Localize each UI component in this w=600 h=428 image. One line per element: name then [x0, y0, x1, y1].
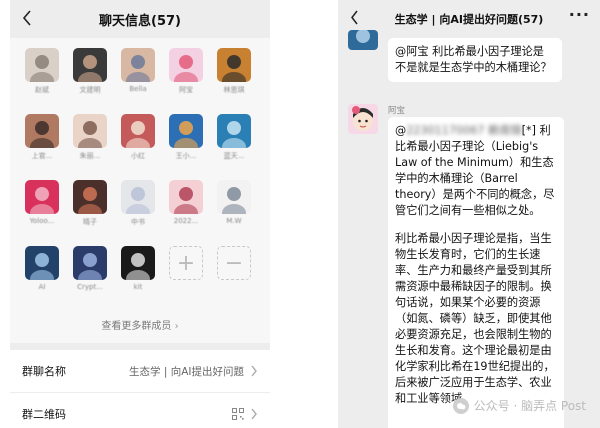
group-qr-label: 群二维码: [22, 408, 66, 421]
question-bubble: @阿宝 利比希最小因子理论是不是就是生态学中的木桶理论？: [388, 38, 562, 82]
question-text: @阿宝 利比希最小因子理论是不是就是生态学中的木桶理论？: [395, 45, 552, 74]
member-item[interactable]: 小红: [118, 114, 158, 161]
member-item[interactable]: Crypt...: [70, 246, 110, 291]
screenshot: 聊天信息(57) 赵斌 文建明 Bella 阿宝 林思琪上官... 朱丽... 小红 王小..…: [0, 0, 600, 428]
avatar: [73, 114, 107, 148]
member-name: 林思琪: [223, 86, 245, 94]
member-item[interactable]: 上官...: [22, 114, 62, 161]
more-members-link[interactable]: 查看更多群成员 ›: [10, 317, 270, 332]
avatar: [25, 246, 59, 280]
mention-prefix: @: [395, 124, 407, 137]
remove-member-button[interactable]: −: [214, 246, 254, 280]
member-item[interactable]: M.W: [214, 180, 254, 225]
member-name: Crypt...: [77, 283, 103, 291]
plus-icon: +: [169, 246, 203, 280]
group-qr-row[interactable]: 群二维码: [10, 393, 270, 428]
member-name: 小红: [131, 152, 145, 160]
member-item[interactable]: 林思琪: [214, 48, 254, 95]
avatar: [121, 48, 155, 82]
avatar: [25, 114, 59, 148]
more-menu-icon[interactable]: ···: [569, 7, 590, 23]
avatar[interactable]: [348, 104, 378, 134]
avatar: [169, 48, 203, 82]
avatar: [217, 180, 251, 214]
answer-paragraph-1: @22301170067 赖南锦[*] 利比希最小因子理论（Liebig's L…: [395, 123, 557, 219]
member-item[interactable]: 赵斌: [22, 48, 62, 95]
member-name: 2022...: [173, 217, 199, 225]
avatar: [217, 48, 251, 82]
member-name: 文建明: [79, 86, 101, 94]
answer-bubble: @22301170067 赖南锦[*] 利比希最小因子理论（Liebig's L…: [388, 117, 564, 428]
blurred-user-id: 22301170067 赖南锦: [406, 124, 522, 137]
sender-name: 阿宝: [388, 106, 406, 116]
member-name: Yoloo...: [29, 217, 55, 225]
back-arrow-icon[interactable]: [20, 9, 34, 27]
avatar: [121, 246, 155, 280]
member-item[interactable]: kit: [118, 246, 158, 291]
avatar: [25, 180, 59, 214]
avatar: [121, 114, 155, 148]
add-member-button[interactable]: +: [166, 246, 206, 280]
group-name-label: 群聊名称: [22, 365, 66, 378]
member-name: AI: [38, 283, 46, 291]
member-item[interactable]: 蓝天...: [214, 114, 254, 161]
member-name: 蓝天...: [223, 152, 245, 160]
avatar: [169, 114, 203, 148]
member-item[interactable]: 阿宝: [166, 48, 206, 95]
avatar: [121, 180, 155, 214]
member-item[interactable]: 文建明: [70, 48, 110, 95]
member-name: 中书: [131, 218, 145, 226]
back-arrow-icon[interactable]: [350, 10, 359, 28]
avatar: [169, 180, 203, 214]
member-item[interactable]: Bella: [118, 48, 158, 93]
chat-info-header: 聊天信息(57): [10, 0, 270, 38]
avatar: [73, 246, 107, 280]
qr-code-icon: [232, 408, 244, 420]
group-name-row[interactable]: 群聊名称 生态学 | 向AI提出好问题: [10, 350, 270, 392]
answer-paragraph-2: 利比希最小因子理论是指，当生物生长发育时，它们的生长速率、生产力和最终产量受到其…: [395, 232, 555, 405]
more-members-label: 查看更多群成员: [101, 321, 172, 332]
member-item[interactable]: 朱丽...: [70, 114, 110, 161]
minus-icon: −: [217, 246, 251, 280]
watermark-text: 公众号 · 脑弄点 Post: [473, 399, 586, 413]
member-name: Bella: [129, 85, 147, 93]
member-item[interactable]: 中书: [118, 180, 158, 227]
avatar: [25, 48, 59, 82]
chat-info-title: 聊天信息(57): [99, 13, 181, 29]
member-name: 晴子: [83, 218, 97, 226]
avatar: [73, 48, 107, 82]
member-item[interactable]: 晴子: [70, 180, 110, 227]
chevron-right-icon: [251, 408, 257, 420]
avatar: [73, 180, 107, 214]
member-name: 阿宝: [179, 86, 193, 94]
member-name: 赵斌: [35, 86, 49, 94]
member-item[interactable]: 2022...: [166, 180, 206, 225]
answer-paragraph-1-text: [*] 利比希最小因子理论（Liebig's Law of the Minimu…: [395, 124, 555, 217]
chat-title: 生态学 | 向AI提出好问题(57): [394, 13, 544, 26]
group-name-value: 生态学 | 向AI提出好问题: [129, 365, 244, 378]
chat-panel: 生态学 | 向AI提出好问题(57) ··· @阿宝 利比希最小因子理论是不是就…: [338, 0, 600, 428]
member-name: 朱丽...: [79, 152, 101, 160]
member-name: kit: [133, 283, 143, 291]
member-item[interactable]: 王小...: [166, 114, 206, 161]
member-name: 王小...: [175, 152, 197, 160]
avatar: [217, 114, 251, 148]
member-item[interactable]: Yoloo...: [22, 180, 62, 225]
member-grid-section: 赵斌 文建明 Bella 阿宝 林思琪上官... 朱丽... 小红 王小... 蓝天... Yol…: [10, 38, 270, 343]
avatar[interactable]: [348, 30, 378, 50]
chevron-right-icon: [251, 365, 257, 377]
chat-info-panel: 聊天信息(57) 赵斌 文建明 Bella 阿宝 林思琪上官... 朱丽... 小红 王小..…: [10, 0, 270, 428]
wechat-official-icon: [452, 397, 469, 414]
watermark: 公众号 · 脑弄点 Post: [452, 397, 586, 414]
member-item[interactable]: AI: [22, 246, 62, 291]
chevron-right-icon: ›: [174, 321, 179, 332]
member-name: 上官...: [31, 152, 53, 160]
member-name: M.W: [226, 217, 242, 225]
